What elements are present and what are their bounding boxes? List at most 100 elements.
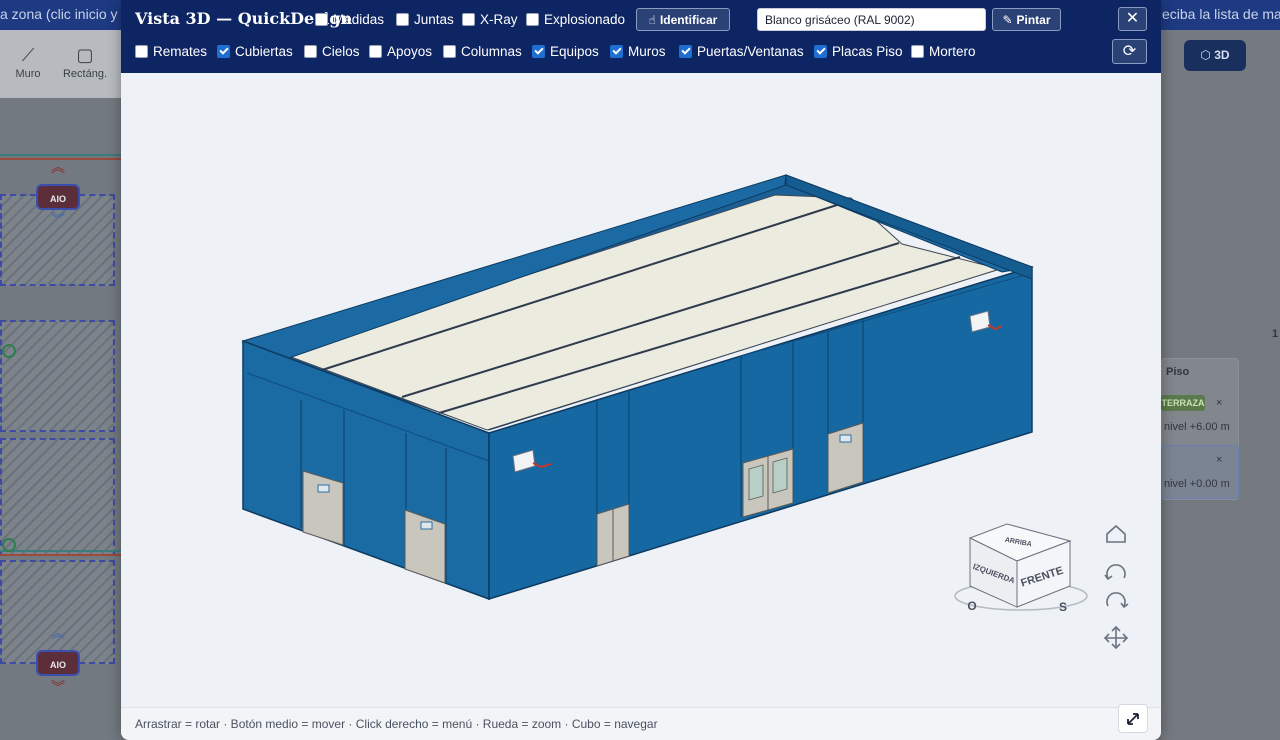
3d-viewport[interactable]: ARRIBA IZQUIERDA FRENTE O S — [121, 73, 1161, 707]
paint-button-label: Pintar — [1016, 12, 1051, 27]
toggle-exploded-label: Explosionado — [544, 12, 626, 27]
tool-rectangle-label: Rectáng. — [62, 68, 108, 80]
checkbox-columnas[interactable] — [443, 45, 456, 58]
door-window — [420, 521, 433, 530]
toggle-xray[interactable]: X-Ray — [462, 12, 518, 27]
plan-line — [0, 154, 121, 156]
background-instruction-right: eciba la lista de ma — [1162, 6, 1280, 22]
home-view-icon[interactable] — [1106, 524, 1126, 543]
layer-label-mortero: Mortero — [929, 44, 976, 59]
location-pin-icon — [2, 538, 16, 552]
floor-level-upper: nivel +6.00 m — [1164, 421, 1230, 433]
pointer-hand-icon: ☝ — [648, 12, 656, 27]
layer-label-cubiertas: Cubiertas — [235, 44, 293, 59]
checkbox-muros[interactable] — [610, 45, 623, 58]
layer-label-cielos: Cielos — [322, 44, 360, 59]
remove-icon[interactable]: × — [1216, 454, 1222, 466]
aio-marker-bottom[interactable]: AIO — [36, 650, 80, 676]
floor-item-selected[interactable] — [1161, 445, 1239, 499]
paint-color-input[interactable] — [757, 8, 986, 31]
checkbox-xray[interactable] — [462, 13, 475, 26]
layer-label-muros: Muros — [628, 44, 666, 59]
rotate-left-icon[interactable] — [1104, 564, 1126, 581]
checkbox-exploded[interactable] — [526, 13, 539, 26]
toggle-joints-label: Juntas — [414, 12, 454, 27]
fullscreen-button[interactable] — [1118, 704, 1148, 733]
view-3d-modal: Vista 3D — QuickDesign Medidas Juntas X-… — [121, 0, 1161, 740]
controls-hint: Arrastrar = rotar · Botón medio = mover … — [135, 717, 658, 731]
floor-zone — [0, 560, 115, 664]
pan-arrows-icon[interactable] — [1103, 625, 1129, 650]
checkbox-apoyos[interactable] — [369, 45, 382, 58]
close-icon: ✕ — [1125, 10, 1140, 27]
floor-zone — [0, 320, 115, 432]
view-3d-button[interactable]: ⬡ 3D — [1184, 40, 1246, 71]
diagonal-line-icon: ⟋ — [21, 45, 35, 65]
remove-icon[interactable]: × — [1216, 397, 1222, 409]
view-3d-label: 3D — [1214, 48, 1230, 62]
floors-card-header: Piso — [1166, 366, 1190, 378]
close-button[interactable]: ✕ — [1118, 7, 1147, 31]
toggle-joints[interactable]: Juntas — [396, 12, 454, 27]
modal-header: Vista 3D — QuickDesign Medidas Juntas X-… — [121, 0, 1161, 73]
toggle-exploded[interactable]: Explosionado — [526, 12, 625, 27]
floor-badge: TERRAZA — [1161, 395, 1205, 411]
tool-wall[interactable]: ⟋ Muro — [3, 46, 53, 80]
layer-toggle-puertas-ventanas[interactable]: Puertas/Ventanas — [679, 44, 804, 59]
chevron-up-icon: ︽ — [51, 625, 65, 641]
tool-rectangle[interactable]: ▢ Rectáng. — [60, 46, 110, 80]
reset-view-button[interactable]: ⟳ — [1112, 39, 1147, 64]
paint-button[interactable]: ✎ Pintar — [992, 8, 1061, 31]
nav-cube[interactable]: ARRIBA IZQUIERDA FRENTE O S — [954, 523, 1088, 614]
layer-toggle-apoyos[interactable]: Apoyos — [369, 44, 432, 59]
layer-toggle-cubiertas[interactable]: Cubiertas — [217, 44, 293, 59]
door-left-1[interactable] — [302, 470, 344, 546]
tool-wall-label: Muro — [15, 68, 41, 80]
door-window — [317, 484, 330, 493]
floor-level-ground: nivel +0.00 m — [1164, 478, 1230, 490]
identify-button[interactable]: ☝ Identificar — [636, 8, 730, 31]
checkbox-cielos[interactable] — [304, 45, 317, 58]
checkbox-remates[interactable] — [135, 45, 148, 58]
floor-zone — [0, 438, 115, 556]
layer-toggle-mortero[interactable]: Mortero — [911, 44, 976, 59]
background-toolbar: ⟋ Muro ▢ Rectáng. — [0, 30, 121, 98]
layer-label-apoyos: Apoyos — [387, 44, 433, 59]
layer-toggle-remates[interactable]: Remates — [135, 44, 207, 59]
checkbox-mortero[interactable] — [911, 45, 924, 58]
plan-line — [0, 554, 121, 556]
location-pin-icon — [2, 344, 16, 358]
layer-label-columnas: Columnas — [461, 44, 522, 59]
toggle-measures[interactable]: Medidas — [315, 12, 384, 27]
door-window — [839, 434, 852, 443]
door-glass — [748, 464, 764, 501]
checkbox-measures[interactable] — [315, 13, 328, 26]
chevron-down-icon: ︾ — [51, 211, 65, 227]
checkbox-equipos[interactable] — [532, 45, 545, 58]
layer-toggle-cielos[interactable]: Cielos — [304, 44, 360, 59]
checkbox-placas-piso[interactable] — [814, 45, 827, 58]
chevron-up-icon: ︽ — [51, 159, 65, 175]
aio-marker-top[interactable]: AIO — [36, 184, 80, 210]
checkbox-joints[interactable] — [396, 13, 409, 26]
brush-icon: ✎ — [1002, 12, 1013, 27]
door-front-right[interactable] — [827, 422, 864, 494]
refresh-icon: ⟳ — [1122, 43, 1137, 60]
layer-toggle-muros[interactable]: Muros — [610, 44, 666, 59]
building-model[interactable] — [241, 174, 1034, 601]
layer-label-equipos: Equipos — [550, 44, 599, 59]
checkbox-cubiertas[interactable] — [217, 45, 230, 58]
layer-toggle-equipos[interactable]: Equipos — [532, 44, 599, 59]
rectangle-icon: ▢ — [76, 45, 94, 65]
panel-number: 1 — [1272, 328, 1279, 340]
layer-toggle-columnas[interactable]: Columnas — [443, 44, 522, 59]
cube-icon: ⬡ — [1200, 48, 1211, 62]
chevron-down-icon: ︾ — [51, 679, 65, 695]
layer-label-puertas-ventanas: Puertas/Ventanas — [697, 44, 804, 59]
layer-label-remates: Remates — [153, 44, 208, 59]
layer-toggle-placas-piso[interactable]: Placas Piso — [814, 44, 903, 59]
modal-footer: Arrastrar = rotar · Botón medio = mover … — [121, 707, 1161, 740]
compass-south-label: S — [1059, 600, 1067, 614]
rotate-right-icon[interactable] — [1106, 592, 1129, 609]
checkbox-puertas-ventanas[interactable] — [679, 45, 692, 58]
